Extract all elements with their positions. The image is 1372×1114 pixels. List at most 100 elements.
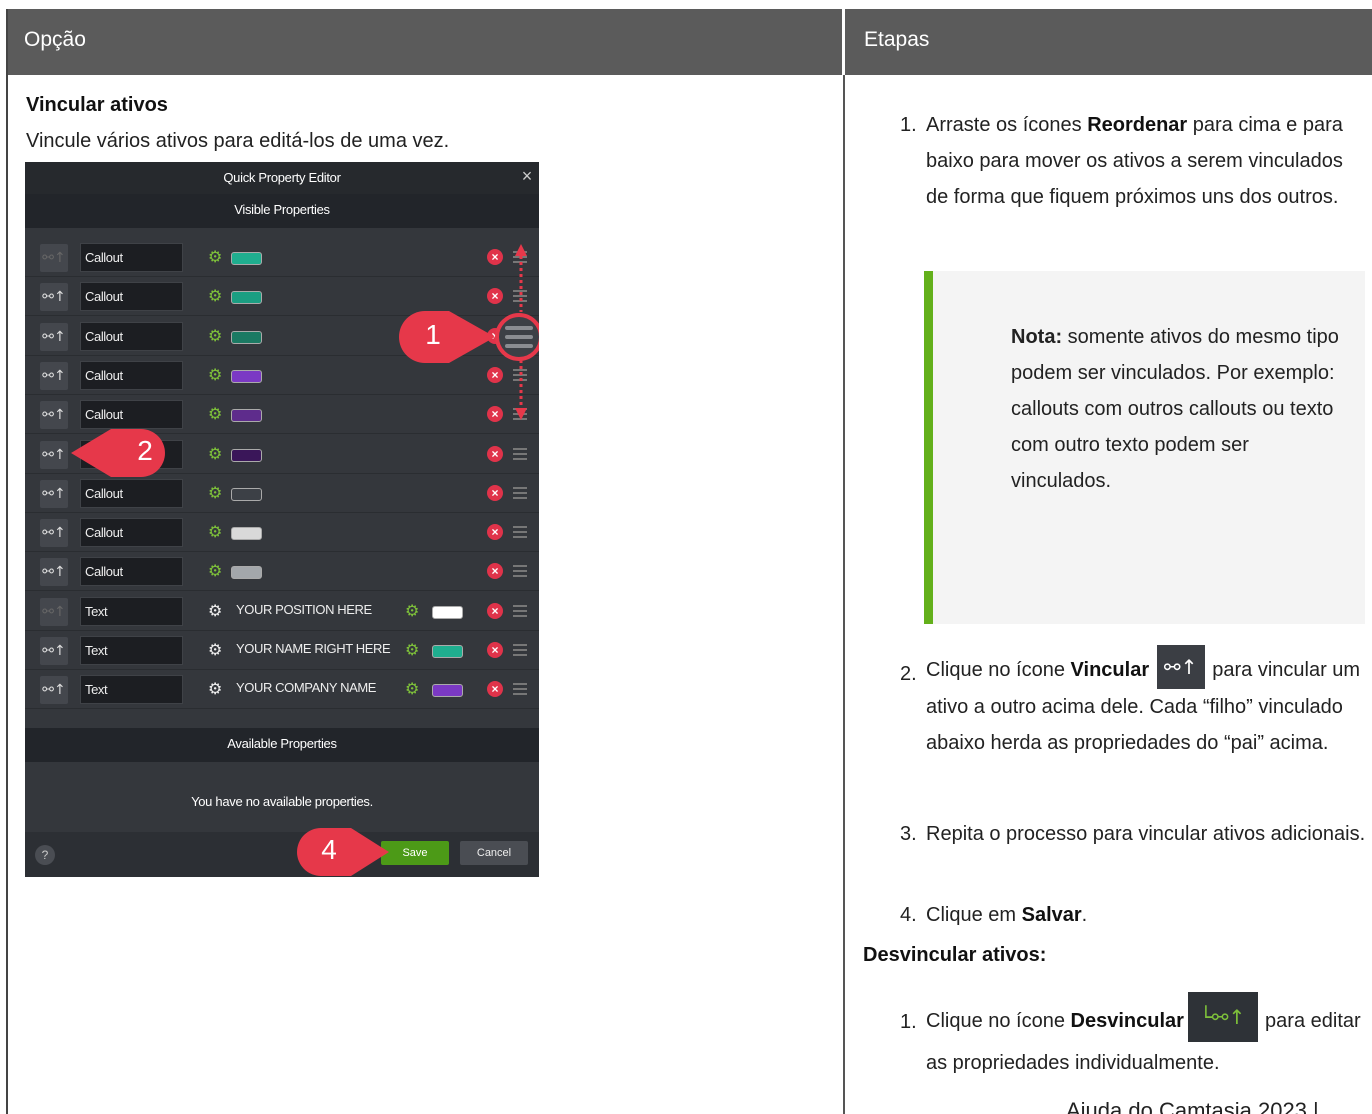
property-name-field[interactable]: Text xyxy=(80,675,183,705)
callout-1-number: 1 xyxy=(425,319,441,350)
step-3: 3. Repita o processo para vincular ativo… xyxy=(866,816,1366,888)
color-swatch[interactable] xyxy=(432,684,463,698)
callout-marker-1: 1 xyxy=(397,309,497,365)
color-gear-icon[interactable]: ⚙ xyxy=(208,245,222,269)
color-gear-icon[interactable]: ⚙ xyxy=(208,284,222,308)
step-2-number: 2. xyxy=(900,663,917,685)
property-name-field[interactable]: Text xyxy=(80,596,183,626)
step-1: 1. Arraste os ícones Reordenar para cima… xyxy=(866,107,1366,257)
text-value-label: YOUR POSITION HERE xyxy=(236,601,372,617)
property-row: ⚯↑ Callout ⚙ × xyxy=(25,513,539,553)
property-name-field[interactable]: Callout xyxy=(80,243,183,272)
column-header-steps: Etapas xyxy=(864,28,930,51)
property-name-field[interactable]: Callout xyxy=(80,360,183,390)
save-button[interactable]: Save xyxy=(381,841,449,865)
reorder-handle-icon[interactable] xyxy=(513,447,527,460)
reorder-handle-icon[interactable] xyxy=(513,604,527,617)
callout-marker-4: 4 xyxy=(295,826,391,877)
step-4-number: 4. xyxy=(900,904,917,926)
color-gear-icon[interactable]: ⚙ xyxy=(208,442,222,466)
color-swatch[interactable] xyxy=(231,448,262,462)
link-icon[interactable]: ⚯↑ xyxy=(40,558,68,587)
color-swatch[interactable] xyxy=(231,252,262,265)
remove-icon[interactable]: × xyxy=(487,524,503,541)
text-value-label: YOUR COMPANY NAME xyxy=(236,680,377,696)
property-name-field[interactable]: Callout xyxy=(80,557,183,587)
remove-icon[interactable]: × xyxy=(487,681,503,698)
step-1-number: 1. xyxy=(900,114,917,136)
property-name-field[interactable]: Callout xyxy=(80,400,183,430)
color-swatch[interactable] xyxy=(432,605,463,619)
gear-icon[interactable]: ⚙ xyxy=(208,599,222,623)
property-row: ⚯↑ Callout ⚙ × xyxy=(25,238,539,277)
color-gear-icon[interactable]: ⚙ xyxy=(405,677,419,701)
color-gear-icon[interactable]: ⚙ xyxy=(208,363,222,387)
color-swatch[interactable] xyxy=(231,409,262,423)
color-swatch[interactable] xyxy=(231,330,262,344)
cancel-button[interactable]: Cancel xyxy=(460,841,528,865)
gear-icon[interactable]: ⚙ xyxy=(208,638,222,662)
color-swatch[interactable] xyxy=(231,291,262,305)
column-divider xyxy=(843,75,845,1114)
visible-properties-header: Visible Properties xyxy=(25,194,539,228)
link-icon[interactable]: ⚯↑ xyxy=(40,637,68,665)
remove-icon[interactable]: × xyxy=(487,445,503,462)
property-row: ⚯↑ Callout ⚙ × xyxy=(25,552,539,592)
property-name-field[interactable]: Callout xyxy=(80,518,183,548)
remove-icon[interactable]: × xyxy=(487,642,503,658)
remove-icon[interactable]: × xyxy=(487,563,503,580)
gear-icon[interactable]: ⚙ xyxy=(208,677,222,701)
help-button[interactable]: ? xyxy=(35,845,55,865)
color-swatch[interactable] xyxy=(231,566,262,580)
page-top-margin xyxy=(0,0,1372,9)
color-gear-icon[interactable]: ⚙ xyxy=(208,324,222,348)
remove-icon[interactable]: × xyxy=(487,406,503,423)
step-4-text: Clique em Salvar. xyxy=(926,904,1088,926)
remove-icon[interactable]: × xyxy=(487,249,503,265)
color-gear-icon[interactable]: ⚙ xyxy=(208,481,222,505)
link-icon[interactable]: ⚯↑ xyxy=(40,244,68,272)
property-name-field[interactable]: Text xyxy=(80,636,183,665)
option-description: Vincule vários ativos para editá-los de … xyxy=(26,130,450,152)
available-properties-header: Available Properties xyxy=(25,728,539,762)
color-swatch[interactable] xyxy=(231,527,262,541)
remove-icon[interactable]: × xyxy=(487,484,503,501)
step-4: 4. Clique em Salvar. xyxy=(866,897,1366,933)
color-swatch[interactable] xyxy=(432,645,463,658)
step-1-text: Arraste os ícones Reordenar para cima e … xyxy=(926,114,1343,208)
property-row: ⚯↑ Text ⚙ YOUR COMPANY NAME ⚙ × xyxy=(25,670,539,710)
link-icon[interactable]: ⚯↑ xyxy=(40,361,68,390)
property-name-field[interactable]: Callout xyxy=(80,478,183,508)
reorder-handle-icon[interactable] xyxy=(513,526,527,539)
remove-icon[interactable]: × xyxy=(487,602,503,619)
link-icon[interactable]: ⚯↑ xyxy=(40,676,68,705)
link-icon[interactable]: ⚯↑ xyxy=(40,479,68,508)
reorder-handle-icon[interactable] xyxy=(513,683,527,696)
link-icon[interactable]: ⚯↑ xyxy=(40,401,68,430)
unlink-icon: └⚯↑ xyxy=(1187,991,1258,1042)
link-icon[interactable]: ⚯↑ xyxy=(40,440,68,469)
reorder-handle-icon[interactable] xyxy=(513,644,527,656)
unlink-step-1-text: Clique no ícone Desvincular └⚯↑ para edi… xyxy=(926,991,1366,1084)
link-icon[interactable]: ⚯↑ xyxy=(40,597,68,626)
link-icon[interactable]: ⚯↑ xyxy=(40,519,68,548)
page-footer: Ajuda do Camtasia 2023 | xyxy=(1066,1098,1319,1114)
color-gear-icon[interactable]: ⚙ xyxy=(208,402,222,426)
property-name-field[interactable]: Callout xyxy=(80,321,183,351)
color-gear-icon[interactable]: ⚙ xyxy=(405,638,419,662)
link-icon[interactable]: ⚯↑ xyxy=(40,283,68,312)
close-icon[interactable]: × xyxy=(519,166,535,187)
color-swatch[interactable] xyxy=(231,487,262,501)
color-gear-icon[interactable]: ⚙ xyxy=(208,520,222,544)
property-name-field[interactable]: Callout xyxy=(80,282,183,312)
table-header: Opção Etapas xyxy=(6,9,1372,75)
reorder-handle-icon[interactable] xyxy=(513,486,527,499)
color-gear-icon[interactable]: ⚙ xyxy=(405,599,419,623)
link-icon[interactable]: ⚯↑ xyxy=(40,322,68,351)
link-icon: ⚯↑ xyxy=(1156,644,1205,689)
color-swatch[interactable] xyxy=(231,369,262,383)
remove-icon[interactable]: × xyxy=(487,366,503,383)
reorder-handle-icon[interactable] xyxy=(513,565,527,578)
remove-icon[interactable]: × xyxy=(487,288,503,305)
color-gear-icon[interactable]: ⚙ xyxy=(208,559,222,583)
